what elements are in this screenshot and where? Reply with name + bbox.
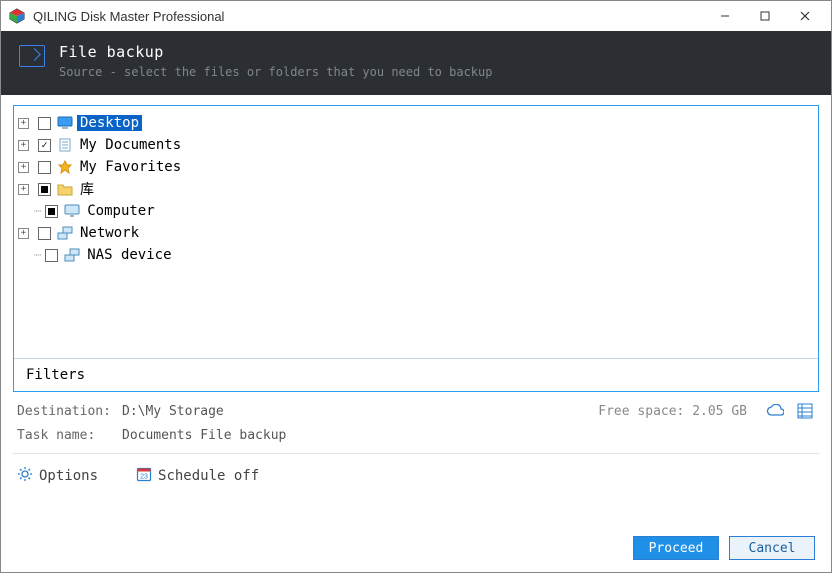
expand-icon[interactable]: +: [18, 184, 29, 195]
tree-item-label[interactable]: Computer: [84, 203, 157, 219]
file-backup-icon: [19, 45, 45, 67]
cloud-destination-icon[interactable]: [765, 402, 785, 420]
filters-button[interactable]: Filters: [14, 358, 818, 391]
star-icon: [57, 160, 73, 174]
net-icon: [64, 248, 80, 262]
tree-item[interactable]: + Network: [18, 222, 814, 244]
tree-item-label[interactable]: NAS device: [84, 247, 174, 263]
destination-label: Destination:: [17, 404, 112, 419]
proceed-button[interactable]: Proceed: [633, 536, 719, 560]
tree-checkbox[interactable]: ✓: [38, 139, 51, 152]
options-button[interactable]: Options: [17, 466, 98, 486]
tree-item-label[interactable]: My Favorites: [77, 159, 184, 175]
folder-icon: [57, 182, 73, 196]
desktop-icon: [57, 116, 73, 130]
header-banner: File backup Source - select the files or…: [1, 31, 831, 95]
tree-item-label[interactable]: Network: [77, 225, 142, 241]
free-space-label: Free space: 2.05 GB: [598, 404, 747, 419]
tree-checkbox[interactable]: [38, 161, 51, 174]
source-tree[interactable]: +Desktop+✓My Documents+My Favorites+库+┈C…: [14, 106, 818, 358]
monitor-icon: [64, 204, 80, 218]
tree-checkbox[interactable]: [38, 183, 51, 196]
tree-item[interactable]: + ✓ My Documents: [18, 134, 814, 156]
source-tree-panel: +Desktop+✓My Documents+My Favorites+库+┈C…: [13, 105, 819, 392]
task-name-value[interactable]: Documents File backup: [122, 428, 286, 443]
titlebar: QILING Disk Master Professional: [1, 1, 831, 31]
gear-icon: [17, 466, 33, 486]
tree-item-label[interactable]: 库: [77, 179, 97, 199]
doc-icon: [57, 138, 73, 152]
schedule-button[interactable]: 23 Schedule off: [136, 466, 259, 486]
tree-checkbox[interactable]: [45, 249, 58, 262]
tree-checkbox[interactable]: [38, 227, 51, 240]
tree-item[interactable]: +┈NAS device: [18, 244, 814, 266]
destination-row: Destination: D:\My Storage Free space: 2…: [13, 392, 819, 424]
expand-icon[interactable]: +: [18, 118, 29, 129]
page-title: File backup: [59, 43, 492, 61]
tree-checkbox[interactable]: [38, 117, 51, 130]
tree-item[interactable]: + My Favorites: [18, 156, 814, 178]
expand-icon[interactable]: +: [18, 162, 29, 173]
maximize-button[interactable]: [745, 2, 785, 30]
tree-item[interactable]: +库: [18, 178, 814, 200]
window-title: QILING Disk Master Professional: [33, 9, 705, 24]
schedule-label: Schedule off: [158, 468, 259, 484]
tree-item[interactable]: + Desktop: [18, 112, 814, 134]
destination-value[interactable]: D:\My Storage: [122, 404, 224, 419]
cancel-button[interactable]: Cancel: [729, 536, 815, 560]
task-name-row: Task name: Documents File backup: [13, 424, 819, 447]
close-button[interactable]: [785, 2, 825, 30]
expand-icon[interactable]: +: [18, 228, 29, 239]
app-logo-icon: [9, 8, 25, 24]
browse-destination-icon[interactable]: [795, 402, 815, 420]
svg-text:23: 23: [140, 474, 148, 481]
tree-item[interactable]: +┈Computer: [18, 200, 814, 222]
tree-checkbox[interactable]: [45, 205, 58, 218]
footer: Proceed Cancel: [1, 528, 831, 572]
net-icon: [57, 226, 73, 240]
calendar-icon: 23: [136, 466, 152, 486]
page-subtitle: Source - select the files or folders tha…: [59, 65, 492, 79]
minimize-button[interactable]: [705, 2, 745, 30]
tree-item-label[interactable]: My Documents: [77, 137, 184, 153]
expand-icon[interactable]: +: [18, 140, 29, 151]
tree-item-label[interactable]: Desktop: [77, 115, 142, 131]
options-label: Options: [39, 468, 98, 484]
task-name-label: Task name:: [17, 428, 112, 443]
